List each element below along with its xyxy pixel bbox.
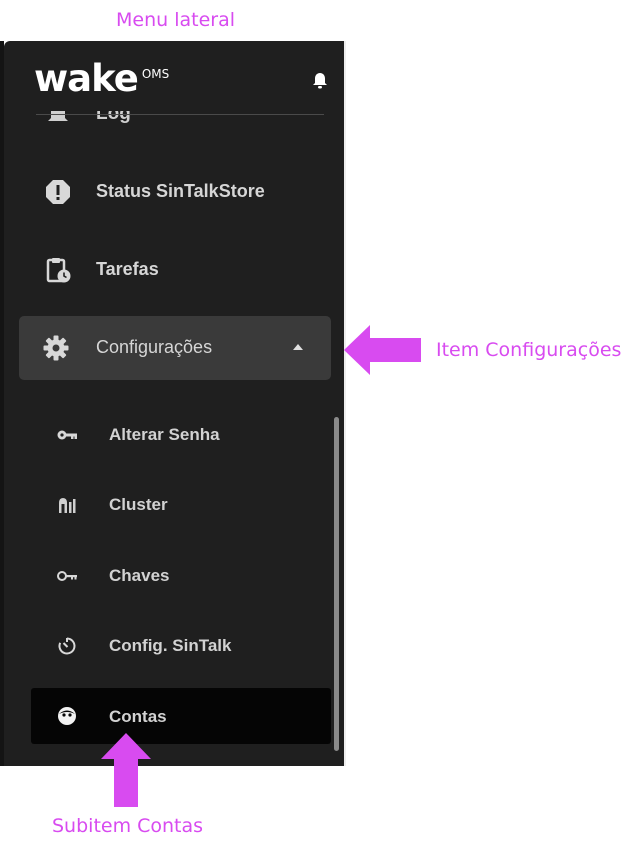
alert-octagon-icon bbox=[46, 180, 70, 204]
annotation-menu-lateral: Menu lateral bbox=[116, 9, 236, 31]
cluster-icon bbox=[59, 498, 76, 513]
annotation-subitem-contas: Subitem Contas bbox=[52, 815, 204, 837]
subitem-config-sintalk[interactable]: Config. SinTalk bbox=[4, 621, 344, 671]
subitem-contas[interactable]: Contas bbox=[31, 688, 331, 744]
account-face-icon bbox=[58, 707, 76, 725]
subitem-label: Alterar Senha bbox=[109, 425, 220, 444]
sidebar-item-label: Status SinTalkStore bbox=[96, 181, 265, 201]
subitem-label: Config. SinTalk bbox=[109, 636, 232, 655]
subitem-label: Contas bbox=[109, 707, 167, 726]
sidebar: wake OMS Log Status SinTalkStore Tarefas bbox=[4, 41, 344, 766]
sidebar-item-label: Tarefas bbox=[96, 259, 159, 279]
subitem-cluster[interactable]: Cluster bbox=[4, 480, 344, 530]
brand-logo: wake OMS bbox=[34, 59, 169, 99]
bell-icon bbox=[48, 111, 68, 121]
brand-name: wake bbox=[34, 57, 139, 100]
sidebar-item-configuracoes[interactable]: Configurações bbox=[19, 316, 331, 380]
sidebar-item-status-sintalkstore[interactable]: Status SinTalkStore bbox=[4, 162, 344, 222]
sidebar-border bbox=[344, 41, 346, 766]
arrow-up-annotation bbox=[101, 733, 151, 807]
chevron-up-icon[interactable] bbox=[293, 344, 303, 350]
brand-suffix: OMS bbox=[141, 67, 170, 81]
subitem-label: Chaves bbox=[109, 566, 170, 585]
sidebar-scrollbar[interactable] bbox=[334, 417, 339, 751]
header-divider bbox=[36, 114, 324, 115]
subitem-label: Cluster bbox=[109, 495, 168, 514]
arrow-left-annotation bbox=[344, 325, 421, 375]
subitem-chaves[interactable]: Chaves bbox=[4, 551, 344, 601]
sidebar-item-tarefas[interactable]: Tarefas bbox=[4, 240, 344, 300]
annotation-item-configuracoes: Item Configurações bbox=[436, 339, 622, 361]
key-outline-icon bbox=[57, 571, 77, 581]
gear-icon bbox=[43, 335, 69, 361]
subitem-alterar-senha[interactable]: Alterar Senha bbox=[4, 410, 344, 460]
timer-icon bbox=[58, 637, 76, 655]
clipboard-clock-icon bbox=[46, 258, 71, 283]
sidebar-item-label: Configurações bbox=[96, 337, 213, 357]
notification-bell-icon[interactable] bbox=[310, 71, 330, 91]
sidebar-item-log[interactable]: Log bbox=[44, 111, 324, 131]
key-icon bbox=[57, 430, 77, 440]
